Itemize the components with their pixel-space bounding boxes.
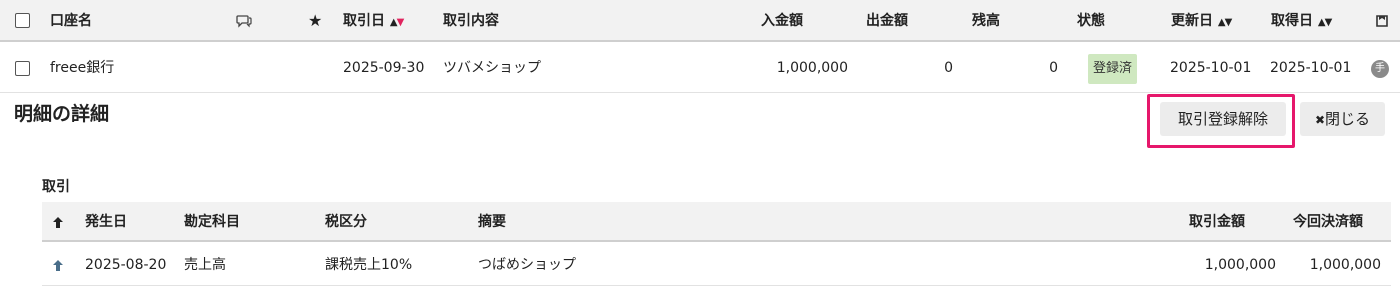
header-balance: 残高 <box>972 13 1000 29</box>
row-settled: 1,000,000 <box>1309 257 1381 273</box>
row-tax: 課税売上10% <box>325 257 413 273</box>
header-tax: 税区分 <box>325 214 367 230</box>
header-withdrawal: 出金額 <box>866 13 908 29</box>
row-withdrawal: 0 <box>944 60 953 76</box>
header-account-item: 勘定科目 <box>184 214 240 230</box>
bookmark-icon[interactable] <box>1375 0 1389 42</box>
transactions-table-header: 口座名 ★ 取引日 ▲▼ 取引内容 入金額 出金額 残高 状態 更新日 ▲▼ 取… <box>0 0 1400 42</box>
close-button-label: 閉じる <box>1325 110 1371 128</box>
header-summary: 摘要 <box>478 214 506 230</box>
manual-badge-icon: 手 <box>1371 60 1389 78</box>
header-deposit: 入金額 <box>761 13 803 29</box>
header-amount: 取引金額 <box>1189 214 1245 230</box>
row-summary: つばめショップ <box>478 257 576 273</box>
select-all-checkbox[interactable] <box>15 13 30 28</box>
row-date: 2025-08-20 <box>85 257 167 273</box>
sort-arrows-icon[interactable]: ▲▼ <box>1218 17 1233 28</box>
row-content: ツバメショップ <box>443 60 541 76</box>
close-button[interactable]: ✖閉じる <box>1300 102 1385 136</box>
arrow-up-icon[interactable] <box>52 202 64 242</box>
header-acquired[interactable]: 取得日 ▲▼ <box>1271 0 1333 42</box>
sort-up-icon[interactable]: ▲ <box>390 17 398 28</box>
trade-row[interactable]: 2025-08-20 売上高 課税売上10% つばめショップ 1,000,000… <box>42 244 1391 286</box>
header-acquired-label: 取得日 <box>1271 13 1313 29</box>
header-settled: 今回決済額 <box>1293 214 1363 230</box>
sort-up-icon[interactable]: ▲ <box>1318 17 1326 28</box>
row-deposit: 1,000,000 <box>776 60 848 76</box>
header-account: 口座名 <box>50 13 92 29</box>
arrow-up-icon[interactable] <box>52 244 64 286</box>
status-badge: 登録済 <box>1088 54 1138 84</box>
sort-arrows-icon[interactable]: ▲▼ <box>1318 17 1333 28</box>
trade-section-title: 取引 <box>42 179 70 195</box>
sort-down-icon[interactable]: ▼ <box>1325 17 1333 28</box>
header-updated[interactable]: 更新日 ▲▼ <box>1171 0 1233 42</box>
header-date: 発生日 <box>85 214 127 230</box>
close-icon: ✖ <box>1314 113 1326 127</box>
row-acquired: 2025-10-01 <box>1270 60 1352 76</box>
header-updated-label: 更新日 <box>1171 13 1213 29</box>
sort-up-icon[interactable]: ▲ <box>1218 17 1226 28</box>
sort-down-icon[interactable]: ▼ <box>397 17 405 28</box>
row-updated: 2025-10-01 <box>1170 60 1252 76</box>
comment-icon[interactable] <box>236 0 252 42</box>
header-trade-date-label: 取引日 <box>343 13 385 29</box>
detail-title: 明細の詳細 <box>14 103 110 125</box>
header-content: 取引内容 <box>443 13 499 29</box>
row-account: freee銀行 <box>50 60 115 76</box>
row-checkbox[interactable] <box>15 61 30 76</box>
header-trade-date[interactable]: 取引日 ▲▼ <box>343 0 405 42</box>
row-balance: 0 <box>1049 60 1058 76</box>
header-status: 状態 <box>1077 13 1105 29</box>
unregister-transaction-button[interactable]: 取引登録解除 <box>1160 102 1286 136</box>
row-trade-date: 2025-09-30 <box>343 60 425 76</box>
trade-table-header: 発生日 勘定科目 税区分 摘要 取引金額 今回決済額 <box>42 202 1391 242</box>
sort-arrows-icon[interactable]: ▲▼ <box>390 17 405 28</box>
sort-down-icon[interactable]: ▼ <box>1225 17 1233 28</box>
transaction-row[interactable]: freee銀行 2025-09-30 ツバメショップ 1,000,000 0 0… <box>0 44 1400 93</box>
star-icon[interactable]: ★ <box>308 0 322 42</box>
row-account-item: 売上高 <box>184 257 226 273</box>
row-amount: 1,000,000 <box>1204 257 1276 273</box>
